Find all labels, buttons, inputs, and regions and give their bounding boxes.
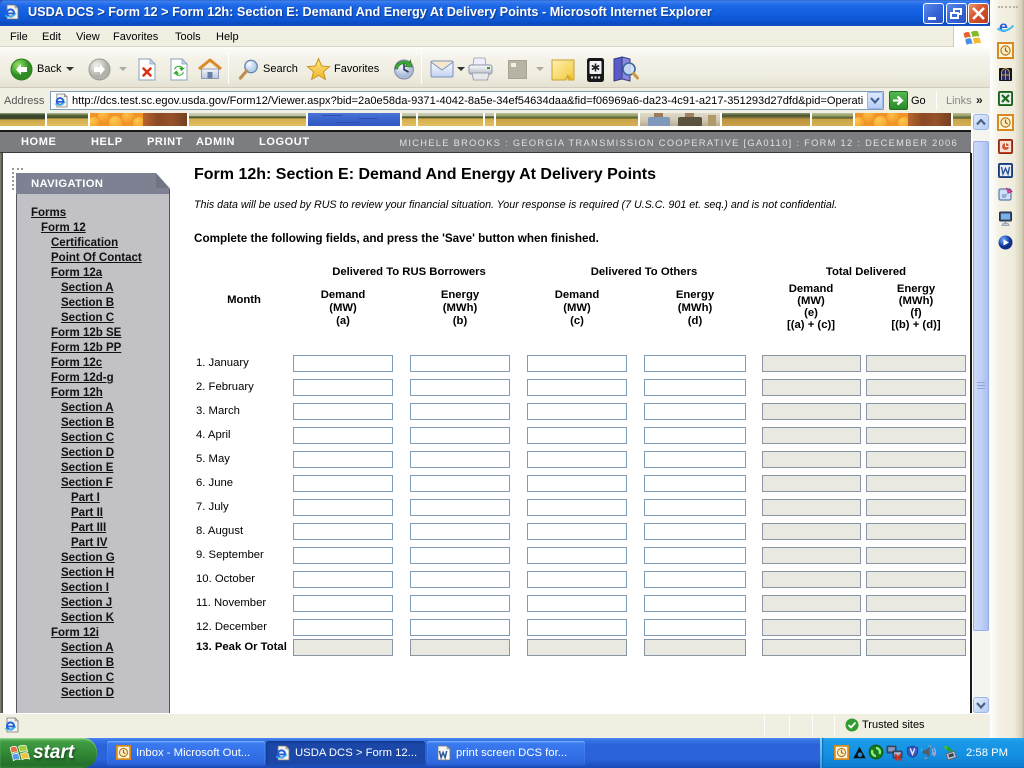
- svg-text:e: e: [999, 19, 1008, 35]
